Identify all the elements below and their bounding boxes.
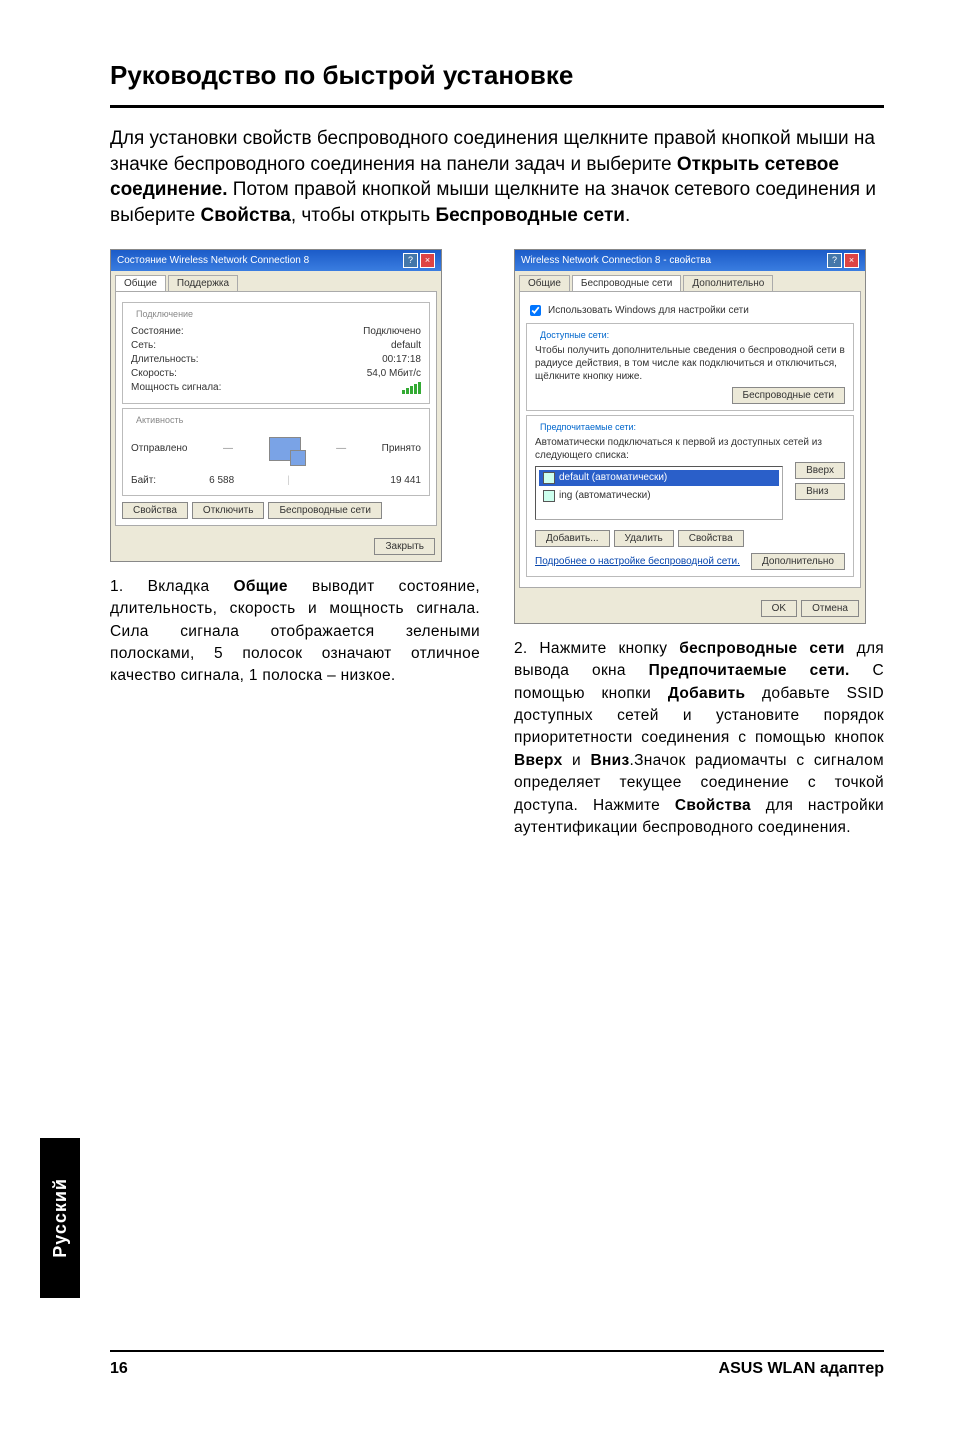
close-icon[interactable]: × bbox=[844, 253, 859, 268]
tab-advanced[interactable]: Дополнительно bbox=[683, 275, 773, 291]
preferred-text: Автоматически подключаться к первой из д… bbox=[535, 436, 845, 462]
caption-1: 1. Вкладка Общие выводит состояние, длит… bbox=[110, 576, 480, 688]
close-icon[interactable]: × bbox=[420, 253, 435, 268]
page-number: 16 bbox=[110, 1360, 128, 1378]
more-info-link[interactable]: Подробнее о настройке беспроводной сети. bbox=[535, 556, 740, 567]
status-value: Подключено bbox=[363, 326, 421, 337]
tab-general[interactable]: Общие bbox=[115, 275, 166, 291]
properties-button[interactable]: Свойства bbox=[122, 502, 188, 519]
speed-label: Скорость: bbox=[131, 368, 177, 379]
view-wireless-button[interactable]: Беспроводные сети bbox=[732, 387, 845, 404]
network-value: default bbox=[391, 340, 421, 351]
network-item-ing[interactable]: ing (автоматически) bbox=[539, 488, 779, 504]
disable-button[interactable]: Отключить bbox=[192, 502, 265, 519]
language-label: Русский bbox=[50, 1178, 71, 1258]
tab-support[interactable]: Поддержка bbox=[168, 275, 238, 291]
add-button[interactable]: Добавить... bbox=[535, 530, 610, 547]
move-down-button[interactable]: Вниз bbox=[795, 483, 845, 500]
close-button[interactable]: Закрыть bbox=[374, 538, 435, 555]
move-up-button[interactable]: Вверх bbox=[795, 462, 845, 479]
footer-text: ASUS WLAN адаптер bbox=[719, 1360, 884, 1378]
network-item-label: default (автоматически) bbox=[559, 472, 667, 483]
group-available: Доступные сети: bbox=[537, 330, 612, 340]
sent-label: Отправлено bbox=[131, 443, 187, 454]
cancel-button[interactable]: Отмена bbox=[801, 600, 859, 617]
wireless-networks-button[interactable]: Беспроводные сети bbox=[268, 502, 381, 519]
net-properties-button[interactable]: Свойства bbox=[678, 530, 744, 547]
status-label: Состояние: bbox=[131, 326, 184, 337]
network-item-label: ing (автоматически) bbox=[559, 490, 651, 501]
help-icon[interactable]: ? bbox=[827, 253, 842, 268]
duration-label: Длительность: bbox=[131, 354, 199, 365]
signal-label: Мощность сигнала: bbox=[131, 382, 221, 394]
caption-2: 2. Нажмите кнопку беспроводные сети для … bbox=[514, 638, 884, 840]
remove-button[interactable]: Удалить bbox=[614, 530, 674, 547]
activity-monitors-icon bbox=[269, 437, 301, 461]
signal-bars-icon bbox=[402, 382, 421, 394]
speed-value: 54,0 Мбит/с bbox=[367, 368, 421, 379]
antenna-icon bbox=[543, 472, 555, 484]
available-text: Чтобы получить дополнительные сведения о… bbox=[535, 344, 845, 383]
recv-label: Принято bbox=[382, 443, 421, 454]
ok-button[interactable]: OK bbox=[761, 600, 797, 617]
group-preferred: Предпочитаемые сети: bbox=[537, 422, 639, 432]
language-tab: Русский bbox=[40, 1138, 80, 1298]
use-windows-checkbox-input[interactable] bbox=[530, 305, 541, 316]
use-windows-label: Использовать Windows для настройки сети bbox=[548, 305, 749, 316]
network-item-default[interactable]: default (автоматически) bbox=[539, 470, 779, 486]
bytes-recv: 19 441 bbox=[290, 475, 421, 486]
tab-wireless[interactable]: Беспроводные сети bbox=[572, 275, 681, 291]
antenna-icon bbox=[543, 490, 555, 502]
screenshot-status-dialog: Состояние Wireless Network Connection 8 … bbox=[110, 249, 442, 562]
bytes-label: Байт: bbox=[131, 475, 156, 486]
screenshot-properties-dialog: Wireless Network Connection 8 - свойства… bbox=[514, 249, 866, 624]
bytes-sent: 6 588 bbox=[156, 475, 287, 486]
network-label: Сеть: bbox=[131, 340, 156, 351]
tab-general[interactable]: Общие bbox=[519, 275, 570, 291]
intro-paragraph: Для установки свойств беспроводного соед… bbox=[110, 126, 884, 229]
dialog2-title: Wireless Network Connection 8 - свойства bbox=[521, 255, 711, 266]
page-title: Руководство по быстрой установке bbox=[110, 60, 884, 108]
use-windows-checkbox[interactable]: Использовать Windows для настройки сети bbox=[526, 302, 854, 319]
group-connection: Подключение bbox=[133, 309, 196, 319]
advanced-button[interactable]: Дополнительно bbox=[751, 553, 845, 570]
dialog1-title: Состояние Wireless Network Connection 8 bbox=[117, 255, 309, 266]
help-icon[interactable]: ? bbox=[403, 253, 418, 268]
duration-value: 00:17:18 bbox=[382, 354, 421, 365]
group-activity: Активность bbox=[133, 415, 186, 425]
